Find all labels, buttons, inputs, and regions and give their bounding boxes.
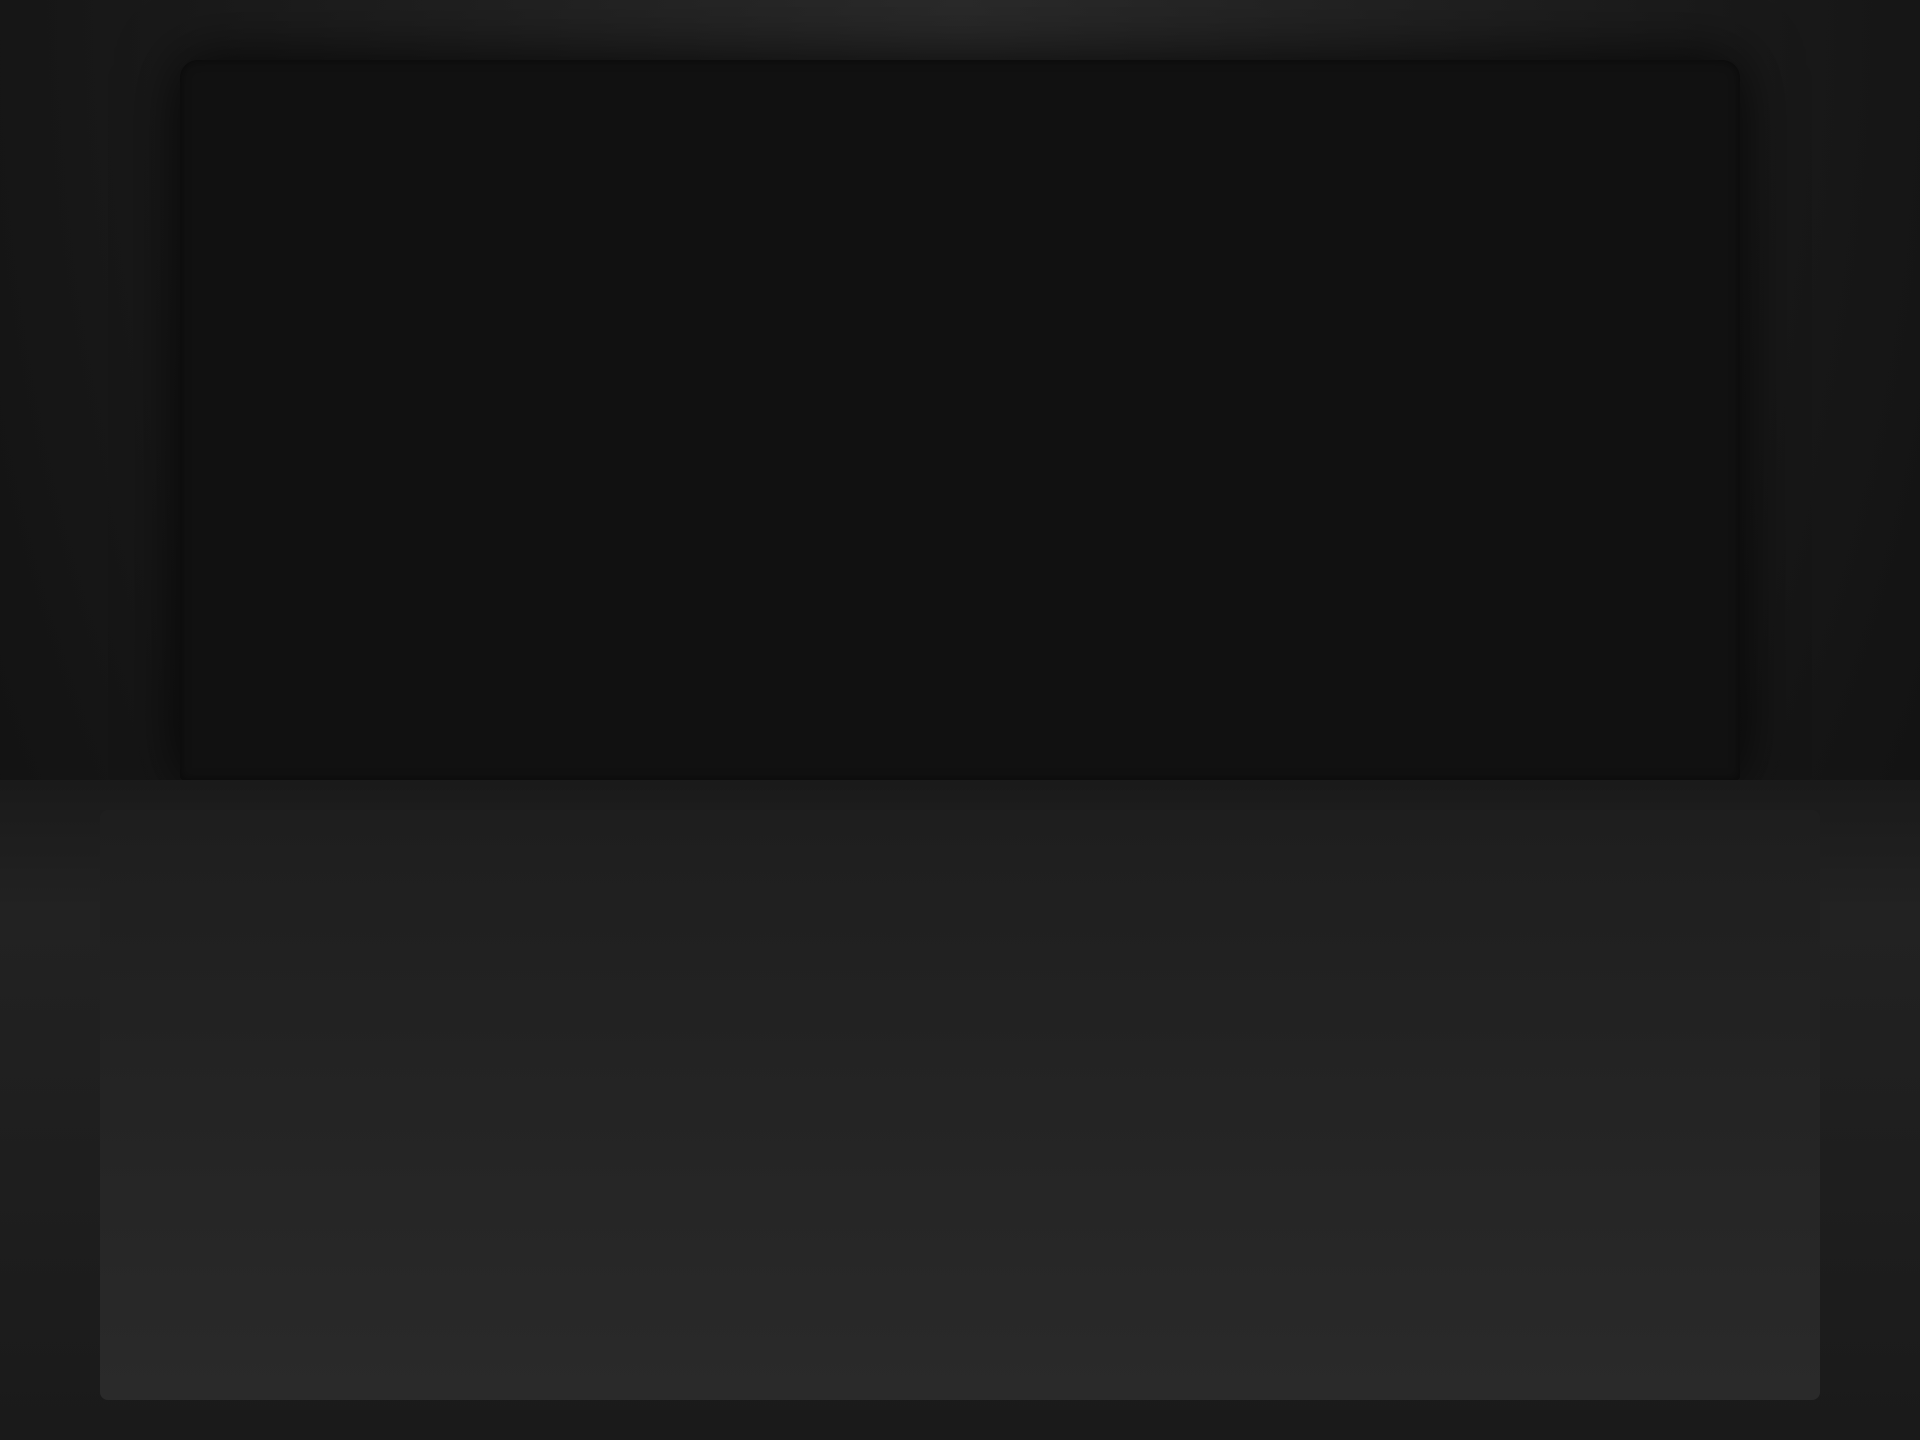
keyboard-area xyxy=(0,780,1920,1440)
laptop-body: 🔍 Todos os aplicativos › Fixado 🌐 Edge W… xyxy=(0,0,1920,1440)
keyboard-deck xyxy=(100,810,1820,1400)
screen-bezel: 🔍 Todos os aplicativos › Fixado 🌐 Edge W… xyxy=(180,60,1740,780)
